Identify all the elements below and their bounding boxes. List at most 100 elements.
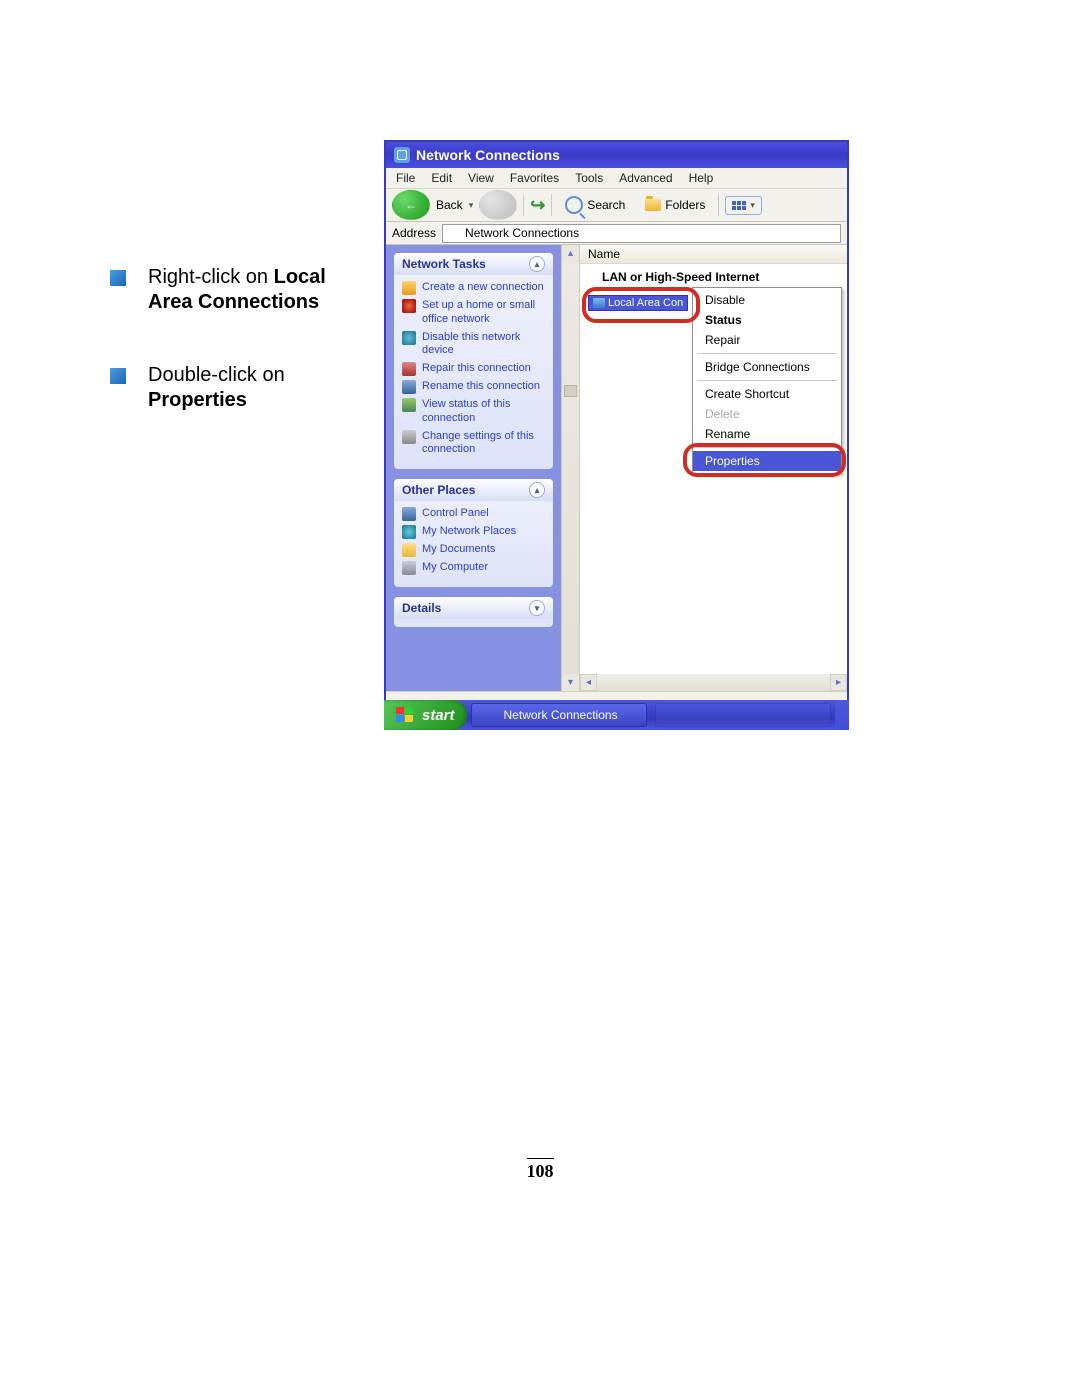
settings-icon (402, 430, 416, 444)
h-scroll-track[interactable] (597, 674, 830, 691)
content-pane: Name LAN or High-Speed Internet Local Ar… (580, 245, 847, 691)
up-button[interactable]: ↪ (530, 195, 545, 216)
task-rename[interactable]: Rename this connection (402, 380, 545, 394)
documents-icon (402, 543, 416, 557)
taskbar-item-network[interactable]: Network Connections (471, 703, 647, 727)
instruction-2: Double-click on Properties (110, 363, 370, 413)
ctx-repair[interactable]: Repair (693, 330, 841, 350)
computer-icon (402, 561, 416, 575)
menu-favorites[interactable]: Favorites (510, 171, 559, 185)
address-field[interactable]: Network Connections (442, 224, 841, 243)
bullet-icon (110, 368, 126, 384)
task-create-connection[interactable]: Create a new connection (402, 281, 545, 295)
ctx-separator (697, 353, 837, 354)
place-my-documents[interactable]: My Documents (402, 543, 545, 557)
titlebar[interactable]: Network Connections (386, 142, 847, 168)
control-panel-icon (402, 507, 416, 521)
address-icon (447, 226, 461, 240)
separator (523, 194, 524, 216)
wizard-icon (402, 281, 416, 295)
app-icon (394, 147, 410, 163)
menu-file[interactable]: File (396, 171, 415, 185)
menu-tools[interactable]: Tools (575, 171, 603, 185)
place-my-computer[interactable]: My Computer (402, 561, 545, 575)
task-change-settings[interactable]: Change settings of this connection (402, 430, 545, 458)
other-places-title: Other Places (402, 483, 475, 497)
ctx-bridge[interactable]: Bridge Connections (693, 357, 841, 377)
place-network-places[interactable]: My Network Places (402, 525, 545, 539)
ctx-create-shortcut[interactable]: Create Shortcut (693, 384, 841, 404)
repair-icon (402, 362, 416, 376)
start-label: start (422, 707, 455, 724)
bullet-icon (110, 270, 126, 286)
menu-edit[interactable]: Edit (431, 171, 452, 185)
views-button[interactable]: ▾ (725, 196, 762, 215)
scroll-up-icon[interactable]: ▴ (562, 245, 579, 262)
taskbar: start Network Connections (384, 700, 849, 730)
details-title: Details (402, 601, 441, 615)
chevron-down-icon: ▾ (750, 200, 755, 211)
scroll-left-icon[interactable]: ◂ (580, 674, 597, 691)
instruction-1: Right-click on Local Area Connections (110, 265, 370, 315)
forward-button[interactable] (479, 190, 517, 220)
nic-icon (593, 298, 605, 308)
local-area-connection-item[interactable]: Local Area Con (588, 295, 688, 311)
menubar: File Edit View Favorites Tools Advanced … (386, 168, 847, 189)
ctx-delete: Delete (693, 404, 841, 424)
collapse-icon[interactable]: ▴ (529, 482, 545, 498)
group-title: LAN or High-Speed Internet (580, 264, 847, 288)
instruction-list: Right-click on Local Area Connections Do… (110, 265, 370, 461)
start-button[interactable]: start (384, 700, 467, 730)
h-scrollbar[interactable]: ◂ ▸ (580, 674, 847, 691)
back-button[interactable]: ← (392, 190, 430, 220)
system-tray[interactable] (835, 700, 849, 730)
scroll-grip[interactable] (564, 385, 577, 397)
back-dropdown-icon[interactable]: ▾ (469, 200, 474, 211)
folders-button[interactable]: Folders (638, 195, 712, 215)
taskbar-item-label: Network Connections (504, 708, 618, 722)
menu-view[interactable]: View (468, 171, 494, 185)
ctx-properties[interactable]: Properties (693, 451, 841, 471)
rename-icon (402, 380, 416, 394)
ctx-status[interactable]: Status (693, 310, 841, 330)
inner-scrollbar[interactable]: ▴ ▾ (561, 245, 580, 691)
task-view-status[interactable]: View status of this connection (402, 398, 545, 426)
place-control-panel[interactable]: Control Panel (402, 507, 545, 521)
task-disable-device[interactable]: Disable this network device (402, 331, 545, 359)
context-menu: Disable Status Repair Bridge Connections… (692, 287, 842, 474)
search-label: Search (587, 198, 625, 212)
instruction-2-pre: Double-click on (148, 364, 285, 386)
disable-icon (402, 331, 416, 345)
scroll-right-icon[interactable]: ▸ (830, 674, 847, 691)
windows-flag-icon (396, 707, 414, 723)
collapse-icon[interactable]: ▴ (529, 256, 545, 272)
separator (718, 194, 719, 216)
ctx-separator (697, 447, 837, 448)
search-button[interactable]: Search (558, 193, 632, 217)
menu-help[interactable]: Help (689, 171, 714, 185)
task-setup-network[interactable]: Set up a home or small office network (402, 299, 545, 327)
home-network-icon (402, 299, 416, 313)
instruction-2-bold: Properties (148, 389, 247, 411)
toolbar: ← Back ▾ ↪ Search Folders ▾ (386, 189, 847, 222)
page-number: 108 (0, 1158, 1080, 1182)
search-icon (565, 196, 583, 214)
taskbar-item-empty[interactable] (655, 703, 831, 727)
column-header-name[interactable]: Name (580, 245, 847, 264)
scroll-down-icon[interactable]: ▾ (562, 674, 579, 691)
address-label: Address (392, 226, 436, 240)
address-value: Network Connections (465, 226, 579, 240)
address-bar: Address Network Connections (386, 222, 847, 245)
window-title: Network Connections (416, 147, 560, 163)
back-label[interactable]: Back (436, 198, 463, 212)
expand-icon[interactable]: ▾ (529, 600, 545, 616)
ctx-rename[interactable]: Rename (693, 424, 841, 444)
folders-label: Folders (665, 198, 705, 212)
ctx-disable[interactable]: Disable (693, 290, 841, 310)
other-places-box: Other Places ▴ Control Panel My Network … (394, 479, 553, 587)
status-icon (402, 398, 416, 412)
instruction-1-pre: Right-click on (148, 266, 274, 288)
network-connections-window: Network Connections File Edit View Favor… (384, 140, 849, 730)
menu-advanced[interactable]: Advanced (619, 171, 672, 185)
task-repair[interactable]: Repair this connection (402, 362, 545, 376)
